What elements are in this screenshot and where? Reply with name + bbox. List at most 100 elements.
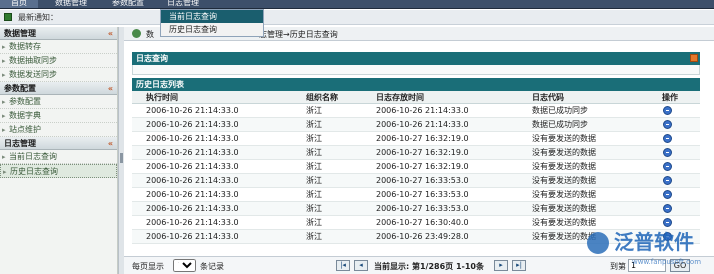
sidebar-item-param-config[interactable]: 参数配置 <box>0 95 117 109</box>
query-panel-header: 日志查询 <box>132 52 700 65</box>
per-page-select[interactable]: 10 <box>173 259 196 272</box>
cell-exec-time: 2006-10-26 21:14:33.0 <box>146 176 239 185</box>
cell-log-store-time: 2006-10-26 21:14:33.0 <box>376 120 469 129</box>
menu-param-config[interactable]: 参数配置 <box>112 0 144 8</box>
per-page-suffix: 条记录 <box>200 262 224 271</box>
view-detail-icon[interactable] <box>663 190 672 199</box>
sidebar-item-site-maintenance[interactable]: 站点维护 <box>0 123 117 137</box>
table-row: 2006-10-26 21:14:33.0 浙江 2006-10-26 21:14:… <box>132 104 700 118</box>
watermark-logo-icon <box>587 232 609 254</box>
first-page-button[interactable]: |◂ <box>336 260 350 271</box>
cell-org-name: 浙江 <box>306 148 322 157</box>
per-page-label: 每页显示 <box>132 262 164 271</box>
view-detail-icon[interactable] <box>663 134 672 143</box>
cell-exec-time: 2006-10-26 21:14:33.0 <box>146 204 239 213</box>
menu-log-management[interactable]: 日志管理 <box>167 0 199 8</box>
cell-org-name: 浙江 <box>306 176 322 185</box>
table-row: 2006-10-26 21:14:33.0 浙江 2006-10-27 16:32:… <box>132 132 700 146</box>
cell-log-code: 没有要发送的数据 <box>532 204 596 213</box>
goto-label: 到第 <box>610 262 626 271</box>
cell-log-store-time: 2006-10-27 16:33:53.0 <box>376 204 469 213</box>
list-panel-title: 历史日志列表 <box>136 80 184 89</box>
sidebar-item-data-dictionary[interactable]: 数据字典 <box>0 109 117 123</box>
cell-org-name: 浙江 <box>306 232 322 241</box>
sidebar-section-param-config[interactable]: 参数配置 « <box>0 82 117 95</box>
table-header: 执行时间 组织名称 日志存放时间 日志代码 操作 <box>132 91 700 104</box>
cell-log-store-time: 2006-10-27 16:33:53.0 <box>376 176 469 185</box>
table-row: 2006-10-26 21:14:33.0 浙江 2006-10-27 16:32:… <box>132 160 700 174</box>
dropdown-history-log-query[interactable]: 历史日志查询 <box>161 23 263 36</box>
cell-log-code: 没有要发送的数据 <box>532 176 596 185</box>
sidebar-section-data-management[interactable]: 数据管理 « <box>0 27 117 40</box>
app-window: 首页 数据管理 参数配置 日志管理 当前日志查询 历史日志查询 最新通知： 数据… <box>0 0 714 274</box>
table-row: 2006-10-26 21:14:33.0 浙江 2006-10-27 16:33:… <box>132 174 700 188</box>
view-detail-icon[interactable] <box>663 120 672 129</box>
table-row: 2006-10-26 21:14:33.0 浙江 2006-10-27 16:32:… <box>132 146 700 160</box>
query-panel-title: 日志查询 <box>136 54 168 63</box>
section-title: 参数配置 <box>4 84 36 93</box>
view-detail-icon[interactable] <box>663 162 672 171</box>
cell-exec-time: 2006-10-26 21:14:33.0 <box>146 218 239 227</box>
view-detail-icon[interactable] <box>663 176 672 185</box>
cell-log-store-time: 2006-10-26 23:49:28.0 <box>376 232 469 241</box>
collapse-icon[interactable]: « <box>108 82 113 95</box>
col-header-log-store-time: 日志存放时间 <box>376 93 424 102</box>
toggle-icon[interactable] <box>690 54 698 62</box>
section-title: 日志管理 <box>4 139 36 148</box>
cell-org-name: 浙江 <box>306 162 322 171</box>
query-panel-body <box>132 65 700 75</box>
cell-log-store-time: 2006-10-26 21:14:33.0 <box>376 106 469 115</box>
sidebar-item-current-log-query[interactable]: 当前日志查询 <box>0 150 117 164</box>
view-detail-icon[interactable] <box>663 148 672 157</box>
list-panel-header: 历史日志列表 <box>132 78 700 91</box>
dropdown-current-log-query[interactable]: 当前日志查询 <box>161 10 263 23</box>
cell-org-name: 浙江 <box>306 106 322 115</box>
cell-org-name: 浙江 <box>306 134 322 143</box>
next-page-button[interactable]: ▸ <box>494 260 508 271</box>
top-menu-bar: 首页 数据管理 参数配置 日志管理 <box>0 0 714 9</box>
splitter-handle[interactable] <box>120 153 123 163</box>
sidebar: 数据管理 « 数据转存 数据抽取同步 数据发送同步 参数配置 « 参数配置 数据… <box>0 27 118 274</box>
sidebar-section-log-management[interactable]: 日志管理 « <box>0 137 117 150</box>
cell-org-name: 浙江 <box>306 204 322 213</box>
notice-icon <box>4 13 12 21</box>
cell-log-store-time: 2006-10-27 16:32:19.0 <box>376 134 469 143</box>
cell-exec-time: 2006-10-26 21:14:33.0 <box>146 162 239 171</box>
view-detail-icon[interactable] <box>663 106 672 115</box>
cell-exec-time: 2006-10-26 21:14:33.0 <box>146 190 239 199</box>
cell-log-code: 数据已成功同步 <box>532 106 588 115</box>
pagination-bar: 每页显示 10 条记录 |◂ ◂ 当前显示: 第1/286页 1-10条 ▸ ▸… <box>124 256 714 274</box>
log-menu-dropdown: 当前日志查询 历史日志查询 <box>160 9 264 37</box>
col-header-log-code: 日志代码 <box>532 93 564 102</box>
menu-home[interactable]: 首页 <box>0 0 38 8</box>
collapse-icon[interactable]: « <box>108 137 113 150</box>
breadcrumb-path: 志管理→历史日志查询 <box>259 30 338 39</box>
view-detail-icon[interactable] <box>663 204 672 213</box>
cell-log-store-time: 2006-10-27 16:32:19.0 <box>376 148 469 157</box>
menu-data-management[interactable]: 数据管理 <box>55 0 87 8</box>
cell-log-code: 没有要发送的数据 <box>532 148 596 157</box>
cell-log-code: 没有要发送的数据 <box>532 218 596 227</box>
sidebar-item-data-extract-sync[interactable]: 数据抽取同步 <box>0 54 117 68</box>
notice-strip: 最新通知： <box>0 10 714 25</box>
collapse-icon[interactable]: « <box>108 27 113 40</box>
col-header-org-name: 组织名称 <box>306 93 338 102</box>
cell-org-name: 浙江 <box>306 218 322 227</box>
cell-exec-time: 2006-10-26 21:14:33.0 <box>146 148 239 157</box>
cell-log-code: 数据已成功同步 <box>532 120 588 129</box>
sidebar-item-data-dump[interactable]: 数据转存 <box>0 40 117 54</box>
cell-exec-time: 2006-10-26 21:14:33.0 <box>146 232 239 241</box>
cell-log-store-time: 2006-10-27 16:33:53.0 <box>376 190 469 199</box>
gear-icon <box>132 29 141 38</box>
cell-log-store-time: 2006-10-27 16:32:19.0 <box>376 162 469 171</box>
col-header-action: 操作 <box>662 93 678 102</box>
cell-org-name: 浙江 <box>306 190 322 199</box>
last-page-button[interactable]: ▸| <box>512 260 526 271</box>
log-table: 执行时间 组织名称 日志存放时间 日志代码 操作 2006-10-26 21:1… <box>132 91 700 244</box>
col-header-exec-time: 执行时间 <box>146 93 178 102</box>
sidebar-item-history-log-query[interactable]: 历史日志查询 <box>0 164 117 179</box>
sidebar-item-data-send-sync[interactable]: 数据发送同步 <box>0 68 117 82</box>
notice-label: 最新通知： <box>18 13 58 22</box>
prev-page-button[interactable]: ◂ <box>354 260 368 271</box>
cell-log-code: 没有要发送的数据 <box>532 134 596 143</box>
